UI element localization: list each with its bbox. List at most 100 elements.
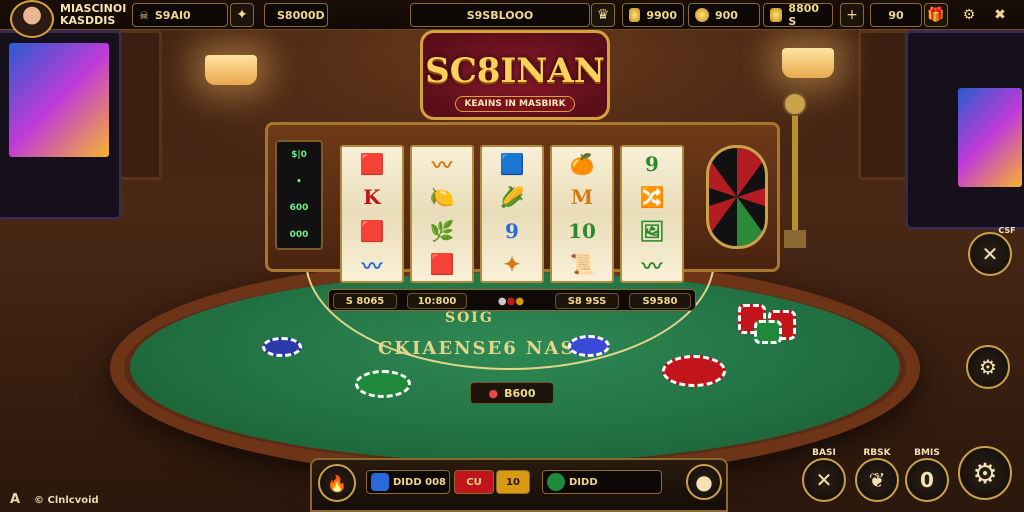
reel-symbol: 🟥 (359, 218, 385, 243)
green-chip[interactable] (355, 370, 411, 398)
slot-reel-5: 9 🔀 🖼 〰 (620, 145, 684, 283)
skull-icon: ☠ (139, 8, 149, 22)
reel-symbol: 🟥 (429, 252, 455, 277)
plus-icon: + (846, 7, 858, 23)
bet-right-display: S8 9SS (555, 293, 619, 309)
reel-symbol: 📜 (569, 252, 595, 277)
leaf-button[interactable]: ❦ (855, 458, 899, 502)
felt-middle-text: CKIAENSE6 NAS (378, 338, 576, 359)
wall-lamp (205, 55, 257, 85)
player-avatar[interactable] (10, 0, 54, 38)
credits-display: 8800 S (763, 2, 833, 28)
spin-settings-button[interactable]: ⚙ (958, 446, 1012, 500)
wings-button[interactable]: ✦ (230, 3, 254, 27)
crown-button[interactable]: ♛ (591, 3, 615, 27)
mid-value-button[interactable]: 10 (496, 470, 530, 494)
settings-wheel-button[interactable]: ⚙ (966, 345, 1010, 389)
round-label: RBSK (863, 448, 891, 458)
add-funds-button[interactable]: + (840, 3, 864, 27)
chip-icons: ● ● ● (497, 295, 525, 307)
slot-side-panel: $|0 • 600 000 (275, 140, 323, 250)
zero-button[interactable]: 0 (905, 458, 949, 502)
roulette-wheel (706, 145, 768, 249)
slot-reel-3: 🟦 🌽 9 ✦ (480, 145, 544, 283)
game-logo: SC8INAN KEAINS IN MASBIRK (420, 30, 610, 120)
blue-chip-stack[interactable] (568, 335, 610, 357)
reel-symbol: 〰 (432, 153, 452, 178)
bet-far-right-display: S9580 (629, 293, 691, 309)
reel-symbol: 🍊 (569, 151, 595, 176)
gear-icon: ⚙ (979, 355, 997, 379)
cross-tools-label: CSF (998, 226, 1016, 235)
gift-icon: 🎁 (927, 7, 945, 23)
jackpot-display: S8000D (264, 3, 328, 27)
reel-symbol: 9 (505, 218, 519, 243)
bomb-icon: ● (695, 470, 713, 494)
bottom-control-panel: 🔥 DIDD 008 CU 10 DIDD ● (310, 458, 728, 512)
blue-chip[interactable] (262, 337, 302, 357)
arcade-machine-right (905, 30, 1024, 230)
slot-lever[interactable] (780, 90, 810, 250)
round-label: BASI (812, 448, 836, 458)
win-field: DIDD (542, 470, 662, 494)
table-bet-display[interactable]: ● B600 (470, 382, 554, 404)
user-icon (371, 473, 389, 491)
a-logo-icon: A (10, 492, 21, 507)
bet-counter: 90 (870, 3, 922, 27)
cross-tools-button[interactable]: ✕ (968, 232, 1012, 276)
reel-symbol: 10 (568, 218, 596, 243)
chip-icon (547, 473, 565, 491)
chip-icon: ● (488, 386, 499, 400)
gear-icon: ⚙ (972, 456, 998, 490)
gift-button[interactable]: 🎁 (924, 3, 948, 27)
wall-lamp (782, 48, 834, 78)
bomb-button[interactable]: ● (686, 464, 722, 500)
close-icon: ✖ (994, 7, 1006, 23)
reel-symbol: 〰 (362, 253, 382, 278)
reel-symbol: 🍋 (429, 185, 455, 210)
leaf-icon: ❦ (868, 468, 886, 492)
cross-tools-icon: ✕ (981, 242, 999, 266)
center-amount-display: S9SBLOOO (410, 3, 590, 27)
bet-mid-display: 10:800 (407, 293, 467, 309)
bet-field[interactable]: DIDD 008 (366, 470, 450, 494)
red-chip[interactable] (662, 355, 726, 387)
slot-reel-2: 〰 🍋 🌿 🟥 (410, 145, 474, 283)
reel-symbol: 🌿 (429, 218, 455, 243)
crown-icon: ♛ (596, 7, 610, 23)
gear-icon: ⚙ (962, 7, 976, 23)
gold-display: 9900 (622, 3, 684, 27)
reel-symbol: 〰 (642, 253, 662, 278)
coin-display: 900 (688, 3, 760, 27)
reel-symbol: ✦ (503, 252, 521, 277)
fire-icon: 🔥 (327, 473, 347, 493)
tools-button[interactable]: ✕ (802, 458, 846, 502)
balance-display: ☠ S9AI0 (132, 3, 228, 27)
wrench-icon: ✕ (815, 468, 833, 492)
footer-brand: A © Clnlcvoid (10, 492, 99, 507)
ticket-icon (770, 8, 783, 22)
slot-reel-4: 🍊 M 10 📜 (550, 145, 614, 283)
copyright-icon: © (34, 495, 44, 506)
wings-icon: ✦ (236, 7, 248, 23)
reel-symbol: 🟦 (499, 151, 525, 176)
bet-left-display: S 8065 (333, 293, 397, 309)
reel-symbol: 🟥 (359, 151, 385, 176)
coin-icon (695, 8, 709, 22)
close-button[interactable]: ✖ (988, 3, 1012, 27)
cu-button[interactable]: CU (454, 470, 494, 494)
fire-button[interactable]: 🔥 (318, 464, 356, 502)
round-label: BMIS (914, 448, 940, 458)
reel-symbol: M (570, 185, 594, 210)
player-name: MIASCINOI KASDDIS (60, 2, 127, 27)
felt-top-text: SOIG (445, 310, 494, 326)
settings-button[interactable]: ⚙ (957, 3, 981, 27)
slot-bet-bar: S 8065 10:800 ● ● ● S8 9SS S9580 (328, 289, 696, 311)
green-chip-stack[interactable] (754, 320, 782, 344)
arcade-machine-left (0, 30, 122, 220)
reel-symbol: 9 (645, 151, 659, 176)
gold-bar-icon (629, 8, 641, 22)
reel-symbol: 🌽 (499, 185, 525, 210)
reel-symbol: 🔀 (639, 185, 665, 210)
slot-reel-1: 🟥 K 🟥 〰 (340, 145, 404, 283)
